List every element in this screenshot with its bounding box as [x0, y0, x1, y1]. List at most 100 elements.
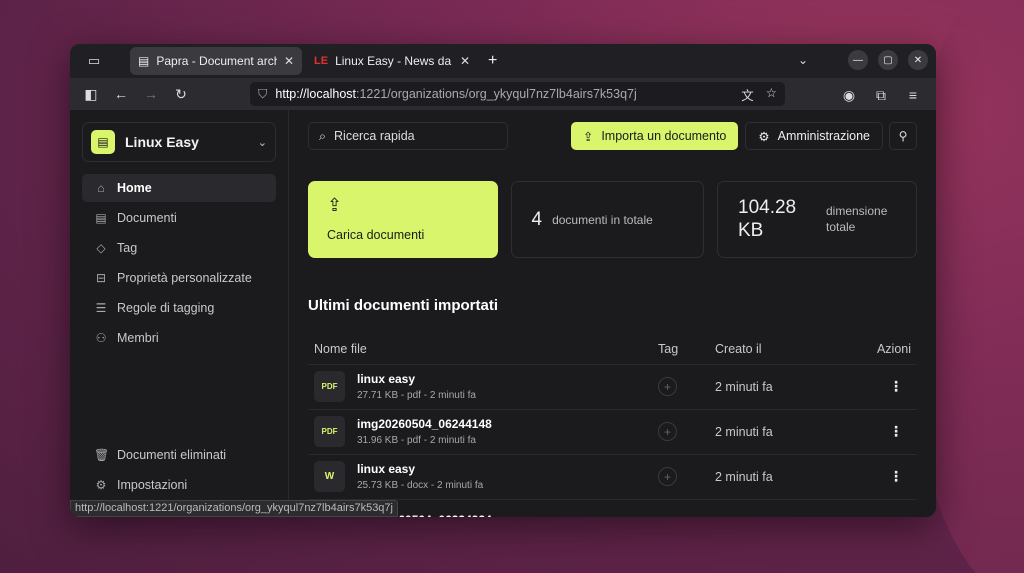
close-tab-icon[interactable]: ✕ [284, 54, 294, 68]
table-row[interactable]: PDF linux easy 27.71 KB - pdf - 2 minuti… [308, 364, 917, 410]
file-name[interactable]: linux easy [357, 372, 476, 386]
sidebar-item-members[interactable]: ⚇ Membri [82, 324, 276, 352]
created-date: 2 minuti fa [715, 409, 835, 455]
total-size-card: 104.28 KB dimensione totale [717, 181, 917, 258]
created-date [715, 499, 835, 517]
created-date: 2 minuti fa [715, 364, 835, 410]
new-tab-icon[interactable]: + [488, 52, 497, 70]
close-tab-icon[interactable]: ✕ [460, 54, 470, 68]
sidebar-item-label: Regole di tagging [117, 301, 215, 315]
translate-icon[interactable]: 文 [741, 85, 754, 104]
sidebar-item-label: Membri [117, 331, 159, 345]
star-icon[interactable]: ☆ [766, 85, 777, 104]
shield-icon: ⛉ [258, 86, 268, 101]
total-size-label: dimensione totale [826, 203, 888, 234]
file-meta: 25.73 KB - docx - 2 minuti fa [357, 480, 484, 491]
sidebar-item-documents[interactable]: ▤ Documenti [82, 204, 276, 232]
column-header-actions: Azioni [834, 334, 917, 365]
word-file-icon: W [314, 461, 345, 492]
import-document-button[interactable]: ⇪ Importa un documento [570, 122, 739, 150]
account-icon[interactable]: ◉ [836, 82, 862, 108]
sidebar-item-label: Impostazioni [117, 478, 188, 492]
user-menu-button[interactable]: ⚲ [889, 122, 917, 150]
table-row[interactable]: PDF img20260504_06234934 [308, 499, 917, 517]
file-name[interactable]: img20260504_06244148 [357, 417, 492, 431]
top-bar: ⌕ Ricerca rapida ⇪ Importa un documento … [308, 122, 917, 150]
url-text: http://localhost:1221/organizations/org_… [275, 87, 637, 101]
column-header-tag: Tag [658, 334, 715, 365]
trash-icon: 🗑 [94, 448, 110, 462]
tab-papra[interactable]: ▤ Papra - Document archivi ✕ [130, 47, 302, 75]
sidebar-bottom: 🗑 Documenti eliminati ⚙ Impostazioni [82, 441, 276, 501]
forward-icon[interactable]: → [138, 81, 164, 107]
created-date: 2 minuti fa [715, 454, 835, 500]
maximize-button[interactable]: ▢ [878, 50, 898, 70]
upload-card[interactable]: ⇪ Carica documenti [308, 181, 498, 258]
sidebar-item-tag[interactable]: ◇ Tag [82, 234, 276, 262]
add-tag-button[interactable]: + [658, 422, 677, 441]
sidebar-item-settings[interactable]: ⚙ Impostazioni [82, 471, 276, 499]
quick-search-button[interactable]: ⌕ Ricerca rapida [308, 122, 508, 150]
sidebar-item-deleted-documents[interactable]: 🗑 Documenti eliminati [82, 441, 276, 469]
row-actions-button[interactable]: ⋮ [834, 364, 917, 410]
import-label: Importa un documento [601, 129, 727, 143]
upload-icon: ⇪ [327, 195, 343, 215]
document-count: 4 [531, 208, 543, 230]
nav-bar: ◧ ← → ↻ ⛉ http://localhost:1221/organiza… [70, 78, 936, 110]
sidebar-toggle-icon[interactable]: ◧ [78, 81, 104, 107]
tab-title: Papra - Document archivi [156, 54, 277, 68]
search-label: Ricerca rapida [334, 129, 415, 143]
app-content: ▤ Linux Easy ⌄ ⌂ Home ▤ Documenti ◇ Tag [70, 110, 936, 517]
table-header: Nome file Tag Creato il Azioni [308, 334, 917, 365]
back-icon[interactable]: ← [108, 81, 134, 107]
recent-documents-table: Nome file Tag Creato il Azioni PDF linux… [308, 334, 917, 517]
gear-icon: ⚙ [758, 129, 770, 144]
browser-window: ▭ ▤ Papra - Document archivi ✕ LE Linux … [70, 44, 936, 517]
tab-overview-icon[interactable]: ▭ [78, 47, 110, 75]
users-icon: ⚇ [95, 331, 107, 345]
recent-documents-title: Ultimi documenti importati [308, 297, 499, 314]
table-row[interactable]: PDF img20260504_06244148 31.96 KB - pdf … [308, 409, 917, 455]
url-bar[interactable]: ⛉ http://localhost:1221/organizations/or… [250, 82, 785, 106]
add-tag-button[interactable]: + [658, 377, 677, 396]
sidebar-item-custom-properties[interactable]: ⊟ Proprietà personalizzate [82, 264, 276, 292]
close-window-button[interactable]: ✕ [908, 50, 928, 70]
pdf-file-icon: PDF [314, 371, 345, 402]
extensions-icon[interactable]: ⧉ [868, 82, 894, 108]
column-header-filename: Nome file [308, 334, 658, 365]
tab-linux-easy[interactable]: LE Linux Easy - News da Mon ✕ [306, 47, 478, 75]
sidebar: ▤ Linux Easy ⌄ ⌂ Home ▤ Documenti ◇ Tag [70, 110, 289, 517]
sidebar-item-label: Home [117, 181, 152, 195]
tag-icon: ◇ [96, 241, 106, 255]
org-name: Linux Easy [125, 134, 199, 150]
row-actions-button[interactable]: ⋮ [834, 454, 917, 500]
column-header-created: Creato il [715, 334, 835, 365]
administration-button[interactable]: ⚙ Amministrazione [745, 122, 883, 150]
tab-bar: ▭ ▤ Papra - Document archivi ✕ LE Linux … [70, 44, 936, 78]
search-icon: ⌕ [319, 128, 327, 143]
table-row[interactable]: W linux easy 25.73 KB - docx - 2 minuti … [308, 454, 917, 500]
sidebar-item-label: Proprietà personalizzate [117, 271, 252, 285]
properties-icon: ⊟ [95, 271, 107, 285]
row-actions-button[interactable]: ⋮ [834, 409, 917, 455]
file-name[interactable]: linux easy [357, 462, 483, 476]
add-tag-button[interactable]: + [658, 467, 677, 486]
org-logo-icon: ▤ [91, 130, 115, 154]
chevron-down-icon[interactable]: ⌄ [798, 53, 808, 67]
upload-label: Carica documenti [327, 228, 425, 242]
gear-icon: ⚙ [95, 478, 107, 492]
summary-cards: ⇪ Carica documenti 4 documenti in totale… [308, 181, 917, 258]
org-switcher[interactable]: ▤ Linux Easy ⌄ [82, 122, 276, 162]
reload-icon[interactable]: ↻ [168, 81, 194, 107]
sidebar-item-tagging-rules[interactable]: ☰ Regole di tagging [82, 294, 276, 322]
minimize-button[interactable]: — [848, 50, 868, 70]
pdf-file-icon: PDF [314, 416, 345, 447]
total-size: 104.28 KB [738, 196, 797, 241]
document-count-label: documenti in totale [552, 212, 653, 227]
file-meta: 27.71 KB - pdf - 2 minuti fa [357, 390, 476, 401]
sidebar-item-home[interactable]: ⌂ Home [82, 174, 276, 202]
menu-icon[interactable]: ≡ [900, 82, 926, 108]
admin-label: Amministrazione [777, 129, 870, 143]
sidebar-item-label: Documenti eliminati [117, 448, 227, 462]
document-icon: ▤ [95, 211, 107, 225]
